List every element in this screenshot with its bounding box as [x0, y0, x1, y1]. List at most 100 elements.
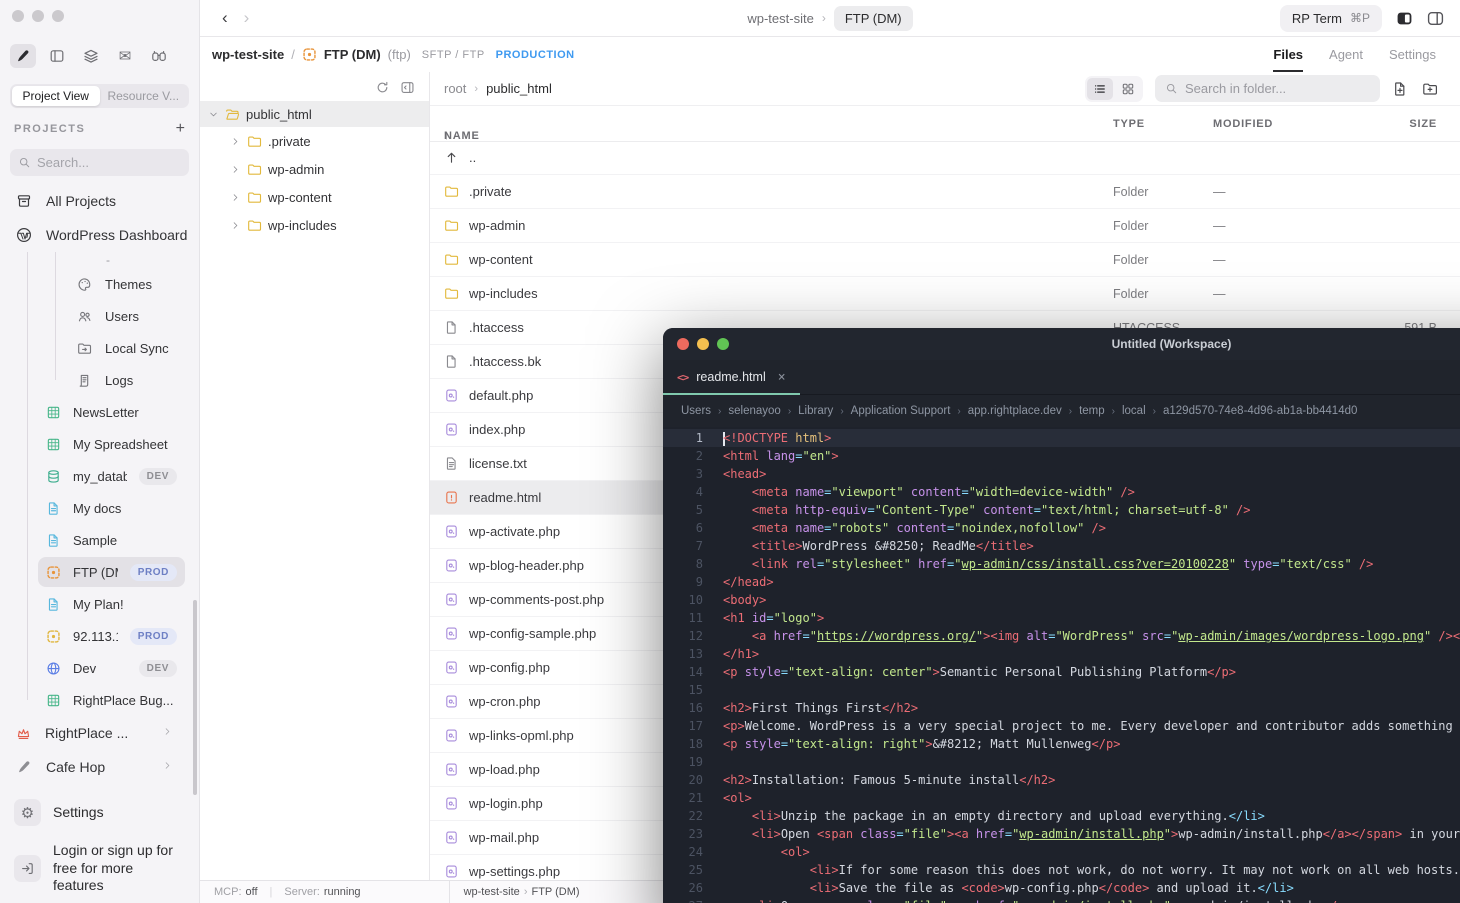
settings-item[interactable]: ⚙ Settings: [0, 794, 199, 831]
code-line[interactable]: 9</head>: [663, 573, 1460, 591]
code-line[interactable]: 5 <meta http-equiv="Content-Type" conten…: [663, 501, 1460, 519]
editor-tab-readme[interactable]: <> readme.html ×: [663, 360, 800, 394]
status-crumb-site[interactable]: wp-test-site: [464, 886, 520, 898]
close-tab-icon[interactable]: ×: [778, 370, 786, 385]
sidebar-item-my-docs[interactable]: My docs: [0, 492, 199, 524]
sidebar-item-all-projects[interactable]: All Projects: [0, 184, 199, 218]
tab-files[interactable]: Files: [1273, 37, 1303, 72]
binoculars-icon[interactable]: [146, 44, 172, 68]
new-file-button[interactable]: [1392, 81, 1408, 97]
editor-titlebar[interactable]: Untitled (Workspace): [663, 328, 1460, 360]
file-row-dot--[interactable]: ..: [430, 141, 1460, 175]
editor-window-controls[interactable]: [677, 338, 729, 350]
sidebar-item-my-datab[interactable]: my_datab...DEV: [0, 460, 199, 492]
new-folder-button[interactable]: [1422, 81, 1438, 97]
login-item[interactable]: Login or sign up for free for more featu…: [0, 837, 199, 900]
sidebar-item-rightplace[interactable]: RightPlace ...: [0, 716, 199, 750]
sidebar-item-92-113-19[interactable]: 92.113.19....PROD: [0, 620, 199, 652]
folder-search-input[interactable]: Search in folder...: [1155, 75, 1380, 102]
toggle-left-panel-icon[interactable]: [1396, 10, 1413, 27]
sidebar-item-logs[interactable]: Logs: [0, 364, 199, 396]
tree-item-wp-includes[interactable]: wp-includes: [200, 211, 429, 239]
editor-path-segment[interactable]: Users: [681, 405, 711, 417]
code-line[interactable]: 27 <li>Open <span class="file"><a href="…: [663, 897, 1460, 903]
window-controls[interactable]: [12, 10, 64, 22]
code-line[interactable]: 6 <meta name="robots" content="noindex,n…: [663, 519, 1460, 537]
column-modified[interactable]: MODIFIED: [1213, 118, 1273, 130]
code-line[interactable]: 14<p style="text-align: center">Semantic…: [663, 663, 1460, 681]
tree-item-wp-content[interactable]: wp-content: [200, 183, 429, 211]
sidebar-item-my-plan[interactable]: My Plan!: [0, 588, 199, 620]
sidebar-item-themes[interactable]: Themes: [0, 268, 199, 300]
editor-path-segment[interactable]: temp: [1079, 405, 1105, 417]
sidebar-item-sample[interactable]: Sample: [0, 524, 199, 556]
grid-view-button[interactable]: [1115, 78, 1141, 100]
code-line[interactable]: 8 <link rel="stylesheet" href="wp-admin/…: [663, 555, 1460, 573]
refresh-icon[interactable]: [375, 80, 390, 95]
code-line[interactable]: 4 <meta name="viewport" content="width=d…: [663, 483, 1460, 501]
file-row-dot-private[interactable]: .private Folder —: [430, 175, 1460, 209]
column-size[interactable]: SIZE: [1377, 118, 1437, 130]
breadcrumb-site[interactable]: wp-test-site: [747, 11, 813, 26]
code-line[interactable]: 3<head>: [663, 465, 1460, 483]
editor-path-segment[interactable]: a129d570-74e8-4d96-ab1a-bb4414d0: [1163, 405, 1357, 417]
code-line[interactable]: 25 <li>If for some reason this does not …: [663, 861, 1460, 879]
code-line[interactable]: 23 <li>Open <span class="file"><a href="…: [663, 825, 1460, 843]
sidebar-item-local-sync[interactable]: Local Sync: [0, 332, 199, 364]
code-line[interactable]: 17<p>Welcome. WordPress is a very specia…: [663, 717, 1460, 735]
sidebar-item-rightplace-bug[interactable]: RightPlace Bug...: [0, 684, 199, 716]
editor-path-segment[interactable]: Library: [798, 405, 833, 417]
editor-path-segment[interactable]: app.rightplace.dev: [968, 405, 1062, 417]
tree-item-private[interactable]: .private: [200, 127, 429, 155]
code-line[interactable]: 21<ol>: [663, 789, 1460, 807]
editor-path-segment[interactable]: Application Support: [851, 405, 951, 417]
sidebar-item-cafe-hop[interactable]: Cafe Hop: [0, 750, 199, 784]
tab-resource-view[interactable]: Resource V...: [100, 86, 188, 106]
code-line[interactable]: 20<h2>Installation: Famous 5-minute inst…: [663, 771, 1460, 789]
sidebar-item-ftp-dm[interactable]: FTP (DM)PROD: [0, 556, 199, 588]
code-line[interactable]: 10<body>: [663, 591, 1460, 609]
sidebar-item-dev[interactable]: DevDEV: [0, 652, 199, 684]
editor-path-segment[interactable]: selenayoo: [728, 405, 780, 417]
code-line[interactable]: 22 <li>Unzip the package in an empty dir…: [663, 807, 1460, 825]
tab-settings[interactable]: Settings: [1389, 37, 1436, 72]
tab-project-view[interactable]: Project View: [12, 86, 100, 106]
sidebar-item-users[interactable]: Users: [0, 300, 199, 332]
code-line[interactable]: 11<h1 id="logo">: [663, 609, 1460, 627]
code-line[interactable]: 7 <title>WordPress &#8250; ReadMe</title…: [663, 537, 1460, 555]
code-line[interactable]: 16<h2>First Things First</h2>: [663, 699, 1460, 717]
sidebar-item-wordpress-dashboard[interactable]: WordPress Dashboard: [0, 218, 199, 252]
toggle-right-panel-icon[interactable]: [1427, 10, 1444, 27]
code-line[interactable]: 12 <a href="https://wordpress.org/"><img…: [663, 627, 1460, 645]
file-row-wp-admin[interactable]: wp-admin Folder —: [430, 209, 1460, 243]
collapse-panel-icon[interactable]: [400, 80, 415, 95]
back-button[interactable]: ‹: [222, 8, 228, 28]
layers-icon[interactable]: [78, 44, 104, 68]
tab-agent[interactable]: Agent: [1329, 37, 1363, 72]
code-line[interactable]: 15: [663, 681, 1460, 699]
add-project-button[interactable]: +: [176, 121, 185, 137]
tree-item-public-html[interactable]: public_html: [200, 101, 429, 127]
editor-path-segment[interactable]: local: [1122, 405, 1146, 417]
connection-site[interactable]: wp-test-site: [212, 47, 284, 62]
code-line[interactable]: 24 <ol>: [663, 843, 1460, 861]
crumb-root[interactable]: root: [444, 81, 466, 96]
app-logo-icon[interactable]: [10, 44, 36, 68]
code-line[interactable]: 2<html lang="en">: [663, 447, 1460, 465]
forward-button[interactable]: ›: [244, 8, 250, 28]
sidebar-item-[interactable]: -: [0, 252, 199, 268]
code-line[interactable]: 19: [663, 753, 1460, 771]
file-row-wp-includes[interactable]: wp-includes Folder —: [430, 277, 1460, 311]
code-editor[interactable]: 1<!DOCTYPE html>2<html lang="en">3<head>…: [663, 427, 1460, 903]
list-view-button[interactable]: [1087, 78, 1113, 100]
tree-item-wp-admin[interactable]: wp-admin: [200, 155, 429, 183]
window-layout-icon[interactable]: [44, 44, 70, 68]
file-row-wp-content[interactable]: wp-content Folder —: [430, 243, 1460, 277]
breadcrumb-active[interactable]: FTP (DM): [834, 6, 913, 31]
code-line[interactable]: 13</h1>: [663, 645, 1460, 663]
sidebar-item-my-spreadsheet[interactable]: My Spreadsheet: [0, 428, 199, 460]
code-line[interactable]: 26 <li>Save the file as <code>wp-config.…: [663, 879, 1460, 897]
code-line[interactable]: 1<!DOCTYPE html>: [663, 429, 1460, 447]
mail-icon[interactable]: ✉: [112, 44, 138, 68]
code-line[interactable]: 18<p style="text-align: right">&#8212; M…: [663, 735, 1460, 753]
